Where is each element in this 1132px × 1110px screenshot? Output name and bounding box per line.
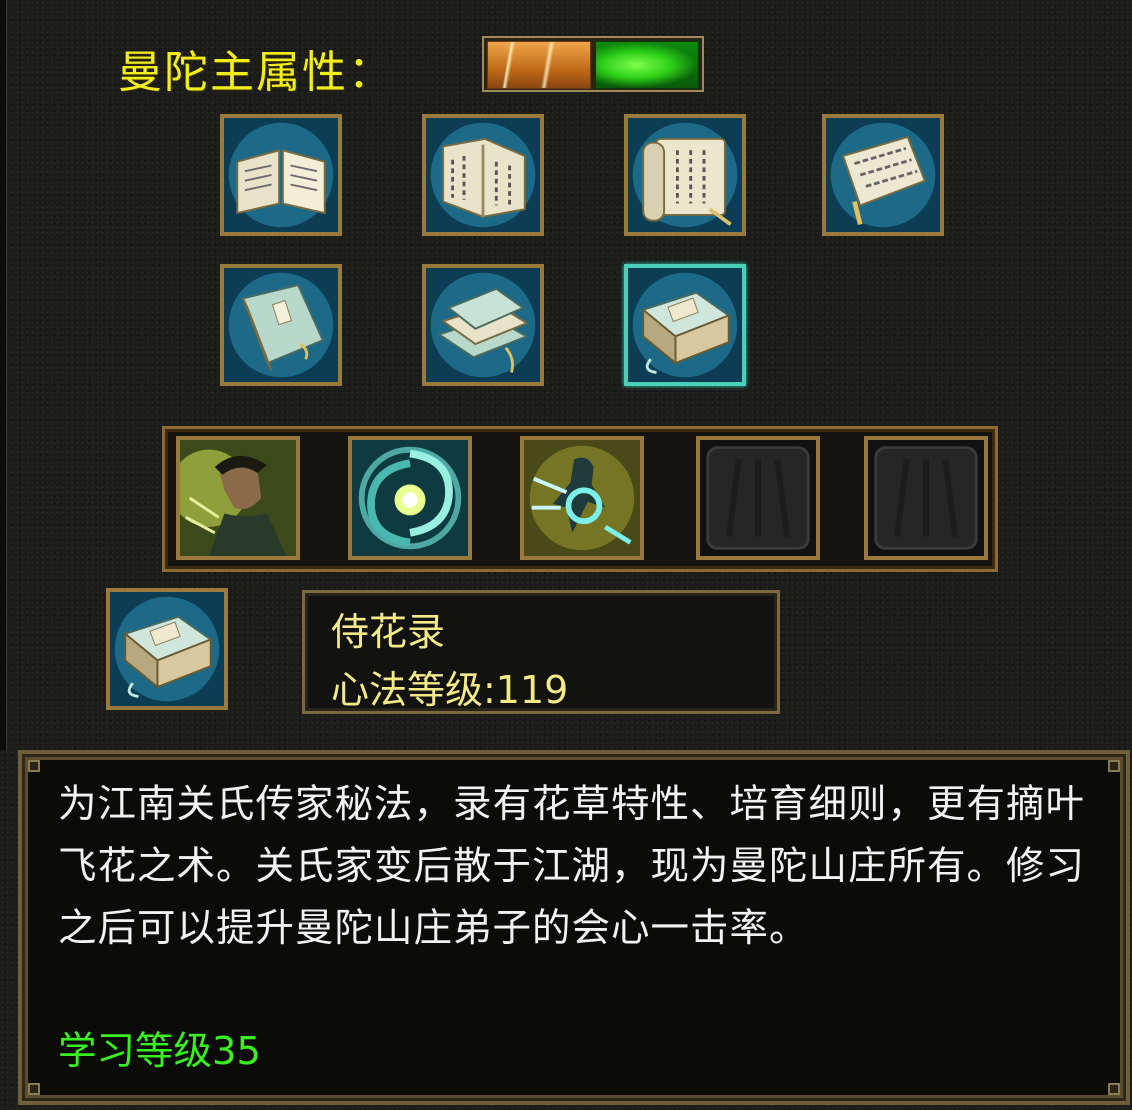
selected-name: 侍花录 bbox=[331, 610, 446, 654]
scroll-icon[interactable] bbox=[822, 114, 944, 236]
selected-info-box: 侍花录 心法等级:119 bbox=[302, 590, 780, 714]
empty-skill-slot-icon[interactable] bbox=[696, 436, 820, 560]
main-attribute-label: 曼陀主属性： bbox=[118, 47, 394, 98]
corner-ornament bbox=[28, 760, 40, 772]
warrior-skill-icon[interactable] bbox=[176, 436, 300, 560]
main-attribute-bar bbox=[482, 36, 704, 92]
corner-ornament bbox=[1108, 1083, 1120, 1095]
scroll-book-icon[interactable] bbox=[624, 114, 746, 236]
panel-left-edge bbox=[0, 0, 7, 750]
green-attribute-icon bbox=[595, 41, 699, 89]
description-text: 为江南关氏传家秘法，录有花草特性、培育细则，更有摘叶飞花之术。关氏家变后散于江湖… bbox=[58, 782, 1086, 951]
description-box: 为江南关氏传家秘法，录有花草特性、培育细则，更有摘叶飞花之术。关氏家变后散于江湖… bbox=[18, 750, 1130, 1105]
spin-strike-skill-icon[interactable] bbox=[520, 436, 644, 560]
corner-ornament bbox=[28, 1083, 40, 1095]
book-stack-icon[interactable] bbox=[422, 264, 544, 386]
learn-level-requirement: 学习等级35 bbox=[58, 1029, 261, 1074]
empty-skill-slot-icon[interactable] bbox=[864, 436, 988, 560]
open-book-icon[interactable] bbox=[220, 114, 342, 236]
corner-ornament bbox=[1108, 760, 1120, 772]
selected-book-box-icon bbox=[106, 588, 228, 710]
bound-book-icon[interactable] bbox=[422, 114, 544, 236]
closed-book-icon[interactable] bbox=[220, 264, 342, 386]
selected-level: 心法等级:119 bbox=[331, 668, 569, 712]
vortex-skill-icon[interactable] bbox=[348, 436, 472, 560]
book-box-icon[interactable] bbox=[624, 264, 746, 386]
gold-attribute-icon bbox=[487, 41, 591, 89]
